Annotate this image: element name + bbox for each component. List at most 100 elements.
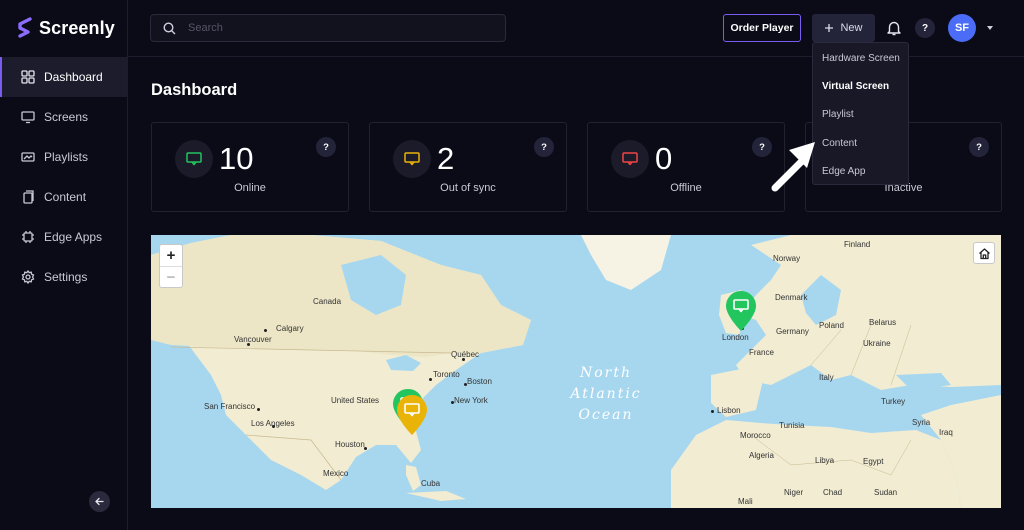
gear-icon: [21, 270, 35, 284]
map-label: Calgary: [276, 324, 304, 333]
screenly-logo-icon: [18, 17, 32, 38]
sidebar-item-label: Settings: [44, 270, 88, 284]
new-button-label: New: [840, 22, 863, 34]
city-dot: [462, 358, 465, 361]
sidebar: Screenly Dashboard Screens Playlists Con…: [0, 0, 128, 530]
map-label: Chad: [823, 488, 843, 497]
sidebar-item-playlists[interactable]: Playlists: [0, 137, 127, 177]
app-window: Screenly Dashboard Screens Playlists Con…: [0, 0, 1024, 530]
city-dot: [451, 401, 454, 404]
menu-item-edge-app[interactable]: Edge App: [813, 158, 908, 186]
brand-logo[interactable]: Screenly: [17, 17, 115, 39]
new-button[interactable]: New: [812, 14, 875, 42]
city-dot: [272, 425, 275, 428]
screen-status-icon: [186, 152, 202, 166]
dashboard-icon: [21, 70, 35, 84]
map-label: Belarus: [869, 318, 897, 327]
card-icon-wrap: [393, 140, 431, 178]
menu-item-virtual-screen[interactable]: Virtual Screen: [813, 72, 908, 100]
city-dot: [429, 378, 432, 381]
map-label: Denmark: [775, 293, 808, 302]
screen-status-icon: [404, 152, 420, 166]
map-label: Egypt: [863, 457, 884, 466]
card-help-button[interactable]: ?: [969, 137, 989, 157]
avatar[interactable]: SF: [948, 14, 976, 42]
chevron-down-icon[interactable]: [987, 26, 993, 30]
sidebar-item-content[interactable]: Content: [0, 177, 127, 217]
brand-name: Screenly: [39, 17, 115, 38]
zoom-out-button[interactable]: −: [160, 266, 182, 287]
sidebar-item-edge-apps[interactable]: Edge Apps: [0, 217, 127, 257]
card-icon-wrap: [611, 140, 649, 178]
map-label: Italy: [819, 373, 834, 382]
map-label: Germany: [776, 327, 809, 336]
ocean-label-line: North: [579, 365, 632, 381]
stat-value: 2: [437, 141, 455, 176]
map-label: France: [749, 348, 774, 357]
search-input[interactable]: [188, 22, 488, 34]
stat-value: 0: [655, 141, 673, 176]
help-button[interactable]: ?: [915, 18, 935, 38]
sidebar-item-label: Playlists: [44, 150, 89, 164]
city-dot: [247, 343, 250, 346]
map-label: London: [722, 333, 749, 342]
map-label: Québec: [451, 350, 480, 359]
menu-item-playlist[interactable]: Playlist: [813, 101, 908, 129]
map-label: Cuba: [421, 479, 441, 488]
zoom-in-button[interactable]: +: [160, 245, 182, 266]
map-label: Algeria: [749, 451, 774, 460]
map-label: Boston: [467, 377, 492, 386]
screen-status-icon: [622, 152, 638, 166]
map-label: Tunisia: [779, 421, 805, 430]
card-help-button[interactable]: ?: [316, 137, 336, 157]
collapse-sidebar-button[interactable]: [89, 491, 110, 512]
map-label: Ukraine: [863, 339, 891, 348]
map-label: New York: [454, 396, 488, 405]
stat-card-out-of-sync: 2 Out of sync ?: [369, 122, 567, 212]
map-label: Toronto: [433, 370, 460, 379]
sidebar-item-screens[interactable]: Screens: [0, 97, 127, 137]
monitor-icon: [21, 111, 35, 124]
sidebar-item-label: Screens: [44, 110, 89, 124]
screens-map[interactable]: + − Canada Calgary Vancouver Québec Toro…: [151, 235, 1001, 508]
sidebar-item-label: Dashboard: [44, 70, 103, 84]
map-label: Norway: [773, 254, 801, 263]
sidebar-item-dashboard[interactable]: Dashboard: [0, 57, 127, 97]
stat-card-offline: 0 Offline ?: [587, 122, 785, 212]
card-help-button[interactable]: ?: [534, 137, 554, 157]
map-label: Houston: [335, 440, 365, 449]
city-dot: [264, 329, 267, 332]
menu-item-content[interactable]: Content: [813, 129, 908, 157]
stat-card-online: 10 Online ?: [151, 122, 349, 212]
map-label: San Francisco: [204, 402, 256, 411]
map-label: Morocco: [740, 431, 771, 440]
map-label: Libya: [815, 456, 835, 465]
map-label: Iraq: [939, 428, 953, 437]
map-pin-out-of-sync[interactable]: [396, 394, 428, 436]
sidebar-item-label: Edge Apps: [44, 230, 103, 244]
map-label: Mexico: [323, 469, 349, 478]
map-label: Turkey: [881, 397, 906, 406]
home-icon: [978, 247, 990, 259]
bell-icon[interactable]: [885, 19, 903, 37]
sidebar-item-settings[interactable]: Settings: [0, 257, 127, 297]
sidebar-item-label: Content: [44, 190, 87, 204]
arrow-left-icon: [95, 497, 104, 506]
city-dot: [711, 410, 714, 413]
map-label: Syria: [912, 418, 931, 427]
stat-value: 10: [219, 141, 254, 176]
city-dot: [464, 383, 467, 386]
map-label: United States: [331, 396, 380, 405]
map-pin-online[interactable]: [725, 290, 757, 332]
edge-apps-icon: [22, 231, 34, 243]
search-box[interactable]: [150, 14, 506, 42]
map-label: Niger: [784, 488, 804, 497]
search-icon: [163, 21, 176, 34]
reset-view-button[interactable]: [973, 242, 995, 264]
plus-icon: [825, 24, 834, 32]
menu-item-hardware-screen[interactable]: Hardware Screen: [813, 44, 908, 72]
map-label: Vancouver: [234, 335, 272, 344]
order-player-button[interactable]: Order Player: [723, 14, 801, 42]
ocean-label-line: Atlantic: [570, 386, 642, 402]
map-label: Mali: [738, 497, 753, 506]
